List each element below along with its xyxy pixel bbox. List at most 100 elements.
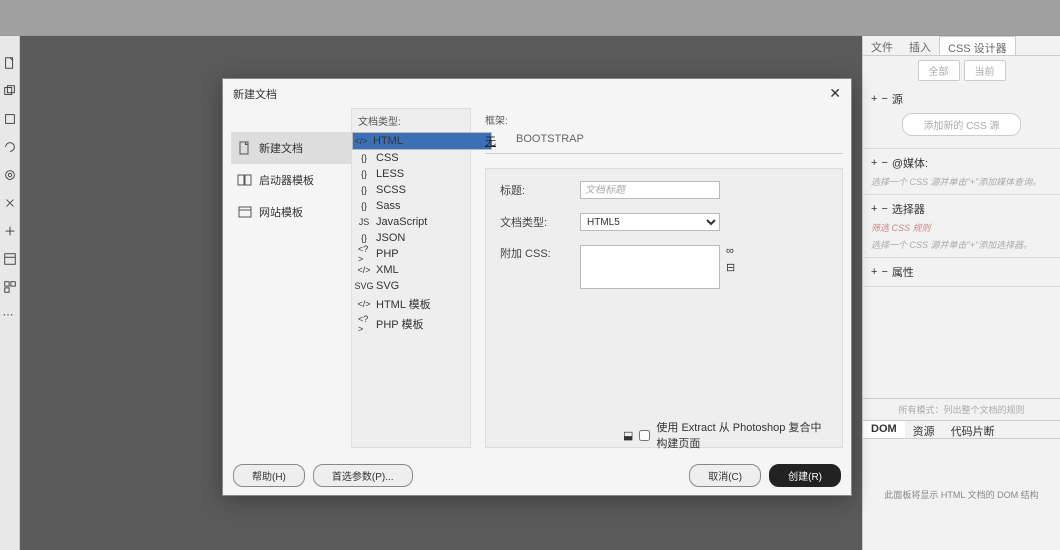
framework-none-tab[interactable]: 无 xyxy=(485,131,496,151)
plus-icon[interactable]: + xyxy=(871,93,877,105)
assets-tab[interactable]: 资源 xyxy=(905,421,943,438)
tool-box-icon[interactable] xyxy=(3,112,17,126)
scope-buttons: 全部 当前 xyxy=(863,56,1060,85)
doctype-header: 文档类型: xyxy=(352,113,470,132)
add-css-source-button[interactable]: 添加新的 CSS 源 xyxy=(902,113,1020,136)
doctype-item-css[interactable]: {}CSS xyxy=(352,150,470,166)
framework-bootstrap-tab[interactable]: BOOTSTRAP xyxy=(516,131,584,151)
selector-filter: 筛选 CSS 规则 xyxy=(871,221,1052,234)
plus-icon[interactable]: + xyxy=(871,266,877,278)
starter-icon xyxy=(237,172,253,188)
selector-hint: 选择一个 CSS 源并单击"+"添加选择器。 xyxy=(871,238,1052,251)
help-button[interactable]: 帮助(H) xyxy=(233,464,305,487)
doctype-label: Sass xyxy=(376,200,400,212)
doctype-label: CSS xyxy=(376,152,399,164)
dom-panel-tabs: DOM 资源 代码片断 xyxy=(863,421,1060,439)
minus-icon[interactable]: − xyxy=(881,266,887,278)
panel-tabs: 文件 插入 CSS 设计器 xyxy=(863,36,1060,56)
snippets-tab[interactable]: 代码片断 xyxy=(943,421,1003,438)
title-label: 标题: xyxy=(500,182,580,198)
category-label: 网站模板 xyxy=(259,204,303,220)
selectors-section: + − 选择器 筛选 CSS 规则 选择一个 CSS 源并单击"+"添加选择器。 xyxy=(863,195,1060,258)
category-column: 新建文档 启动器模板 网站模板 xyxy=(231,108,351,448)
scope-all-button[interactable]: 全部 xyxy=(918,60,960,81)
tab-css-designer[interactable]: CSS 设计器 xyxy=(939,36,1016,55)
dialog-footer: 帮助(H) 首选参数(P)... 取消(C) 创建(R) xyxy=(223,456,851,495)
scope-current-button[interactable]: 当前 xyxy=(964,60,1006,81)
doctype-label: JSON xyxy=(376,232,405,244)
doctype-item-xml[interactable]: </>XML xyxy=(352,262,470,278)
left-toolbar: ⋯ xyxy=(0,36,20,550)
app-topbar xyxy=(0,0,1060,36)
tool-document-icon[interactable] xyxy=(3,56,17,70)
tab-file[interactable]: 文件 xyxy=(863,36,901,55)
minus-icon[interactable]: − xyxy=(881,203,887,215)
dom-tab[interactable]: DOM xyxy=(863,421,905,438)
site-icon xyxy=(237,204,253,220)
tool-grid-icon[interactable] xyxy=(3,280,17,294)
tool-sync-icon[interactable] xyxy=(3,140,17,154)
dialog-title: 新建文档 xyxy=(233,86,277,102)
form-area: 标题: 文档类型: HTML5 附加 CSS: ∞ ⊟ xyxy=(485,168,843,448)
extract-checkbox[interactable] xyxy=(639,430,650,441)
doctype-label: SCSS xyxy=(376,184,406,196)
doctype-item-php[interactable]: <?>PHP xyxy=(352,246,470,262)
category-starter-templates[interactable]: 启动器模板 xyxy=(231,164,351,196)
sources-section: + − 源 添加新的 CSS 源 xyxy=(863,85,1060,149)
doctype-icon: {} xyxy=(358,200,370,212)
sources-label: 源 xyxy=(892,91,903,107)
create-button[interactable]: 创建(R) xyxy=(769,464,841,487)
extract-row: ⬓ 使用 Extract 从 Photoshop 复合中构建页面 xyxy=(623,419,831,451)
doctype-icon: <?> xyxy=(358,318,370,330)
tool-layers-icon[interactable] xyxy=(3,84,17,98)
doctype-icon: {} xyxy=(358,232,370,244)
category-site-templates[interactable]: 网站模板 xyxy=(231,196,351,228)
doctype-list: 文档类型: </>HTML{}CSS{}LESS{}SCSS{}SassJSJa… xyxy=(351,108,471,448)
tool-split-icon[interactable] xyxy=(3,196,17,210)
tab-insert[interactable]: 插入 xyxy=(901,36,939,55)
doctype-label: 文档类型: xyxy=(500,214,580,230)
tool-settings-icon[interactable] xyxy=(3,168,17,182)
tool-css-icon[interactable] xyxy=(3,252,17,266)
minus-icon[interactable]: − xyxy=(881,157,887,169)
form-column: 框架: 无 BOOTSTRAP 标题: 文档类型: HTML5 附加 CSS: xyxy=(471,108,843,448)
attach-css-list[interactable] xyxy=(580,245,720,289)
doctype-item-sass[interactable]: {} Sass xyxy=(352,198,470,214)
selectors-label: 选择器 xyxy=(892,201,925,217)
doctype-label: HTML xyxy=(373,135,403,147)
tool-merge-icon[interactable] xyxy=(3,224,17,238)
link-css-icon[interactable]: ∞ xyxy=(726,245,735,257)
doctype-icon: {} xyxy=(358,168,370,180)
plus-icon[interactable]: + xyxy=(871,157,877,169)
doctype-item-html-模板[interactable]: </>HTML 模板 xyxy=(352,294,470,314)
doctype-item-scss[interactable]: {}SCSS xyxy=(352,182,470,198)
category-new-document[interactable]: 新建文档 xyxy=(231,132,351,164)
doctype-label: HTML 模板 xyxy=(376,296,431,312)
dialog-titlebar: 新建文档 ✕ xyxy=(223,79,851,108)
preferences-button[interactable]: 首选参数(P)... xyxy=(313,464,413,487)
page-icon xyxy=(237,140,253,156)
doctype-icon: </> xyxy=(355,135,367,147)
remove-css-icon[interactable]: ⊟ xyxy=(726,261,735,274)
dom-hint: 此面板将显示 HTML 文档的 DOM 结构 xyxy=(863,439,1060,550)
doctype-label: SVG xyxy=(376,280,399,292)
doctype-item-javascript[interactable]: JSJavaScript xyxy=(352,214,470,230)
doctype-item-php-模板[interactable]: <?> PHP 模板 xyxy=(352,314,470,334)
doctype-select[interactable]: HTML5 xyxy=(580,213,720,231)
cancel-button[interactable]: 取消(C) xyxy=(689,464,761,487)
doctype-label: PHP 模板 xyxy=(376,316,423,332)
minus-icon[interactable]: − xyxy=(881,93,887,105)
doctype-label: PHP xyxy=(376,248,399,260)
extract-icon: ⬓ xyxy=(623,429,633,442)
doctype-item-svg[interactable]: SVG SVG xyxy=(352,278,470,294)
tool-more-icon[interactable]: ⋯ xyxy=(3,308,17,322)
close-icon[interactable]: ✕ xyxy=(829,85,841,102)
mode-status: 所有模式：列出整个文档的规则 xyxy=(863,398,1060,421)
category-label: 启动器模板 xyxy=(259,172,314,188)
title-input[interactable] xyxy=(580,181,720,199)
doctype-label: XML xyxy=(376,264,399,276)
doctype-item-less[interactable]: {}LESS xyxy=(352,166,470,182)
plus-icon[interactable]: + xyxy=(871,203,877,215)
doctype-icon: SVG xyxy=(358,280,370,292)
framework-header: 框架: xyxy=(485,112,843,127)
